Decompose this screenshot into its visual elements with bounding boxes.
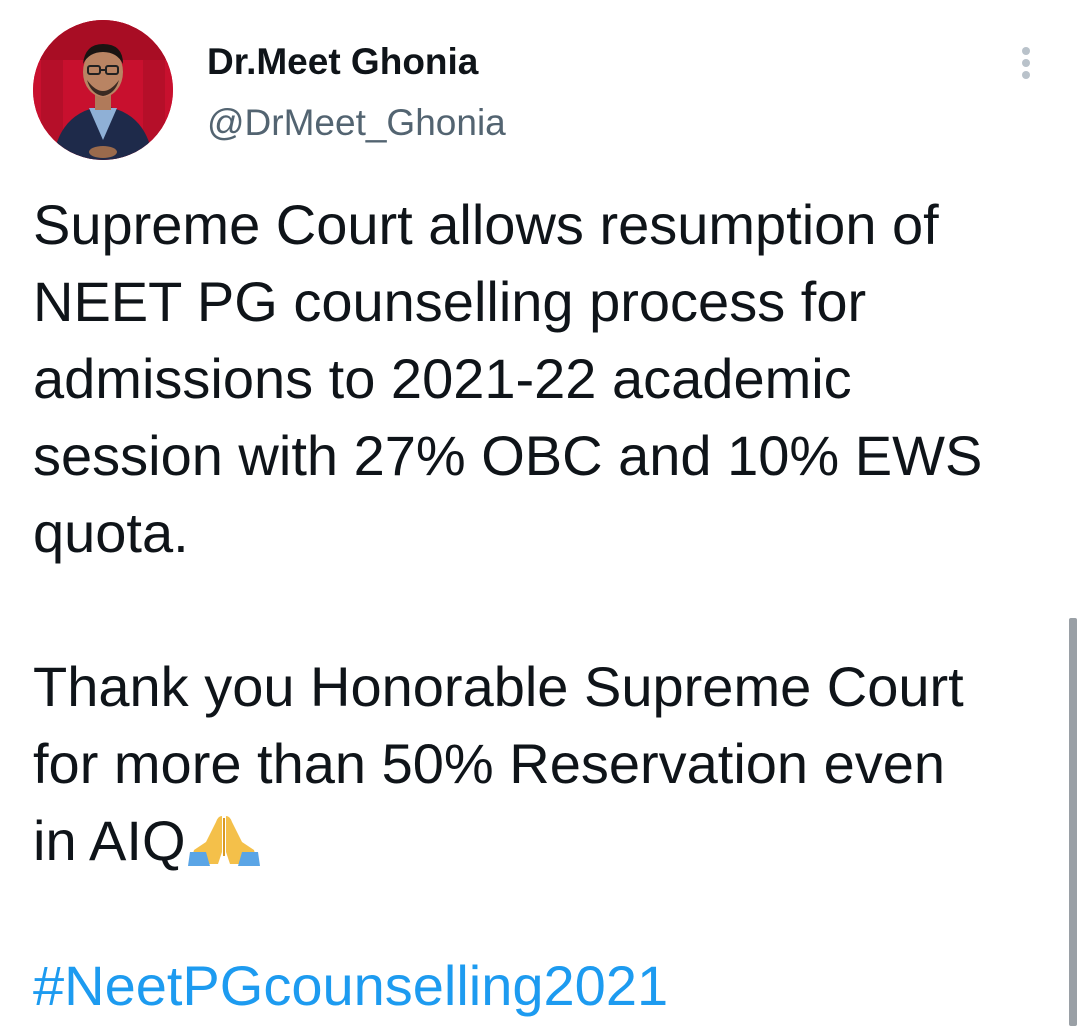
tweet-line-with-emoji: in AIQ: [33, 802, 1053, 879]
hashtag-link[interactable]: #NeetPGcounselling2021: [33, 947, 668, 1024]
author-avatar[interactable]: [33, 20, 173, 160]
tweet-line: Supreme Court allows resumption of: [33, 193, 939, 256]
author-handle[interactable]: @DrMeet_Ghonia: [207, 99, 506, 147]
more-options-button[interactable]: [1003, 40, 1049, 86]
tweet-text: Supreme Court allows resumption of NEET …: [33, 186, 1053, 879]
tweet-line: for more than 50% Reservation even: [33, 732, 946, 795]
tweet-line: NEET PG counselling process for: [33, 270, 867, 333]
tweet-line: in AIQ: [33, 809, 186, 872]
scrollbar[interactable]: [1069, 618, 1077, 1026]
tweet-line: Thank you Honorable Supreme Court: [33, 655, 964, 718]
vertical-ellipsis-icon: [1022, 47, 1030, 79]
tweet-line: session with 27% OBC and 10% EWS: [33, 424, 983, 487]
folded-hands-emoji-icon: [187, 808, 260, 866]
avatar-photo: [33, 20, 173, 160]
author-display-name[interactable]: Dr.Meet Ghonia: [207, 38, 478, 86]
tweet-line: admissions to 2021-22 academic: [33, 347, 852, 410]
tweet-line: quota.: [33, 501, 189, 564]
